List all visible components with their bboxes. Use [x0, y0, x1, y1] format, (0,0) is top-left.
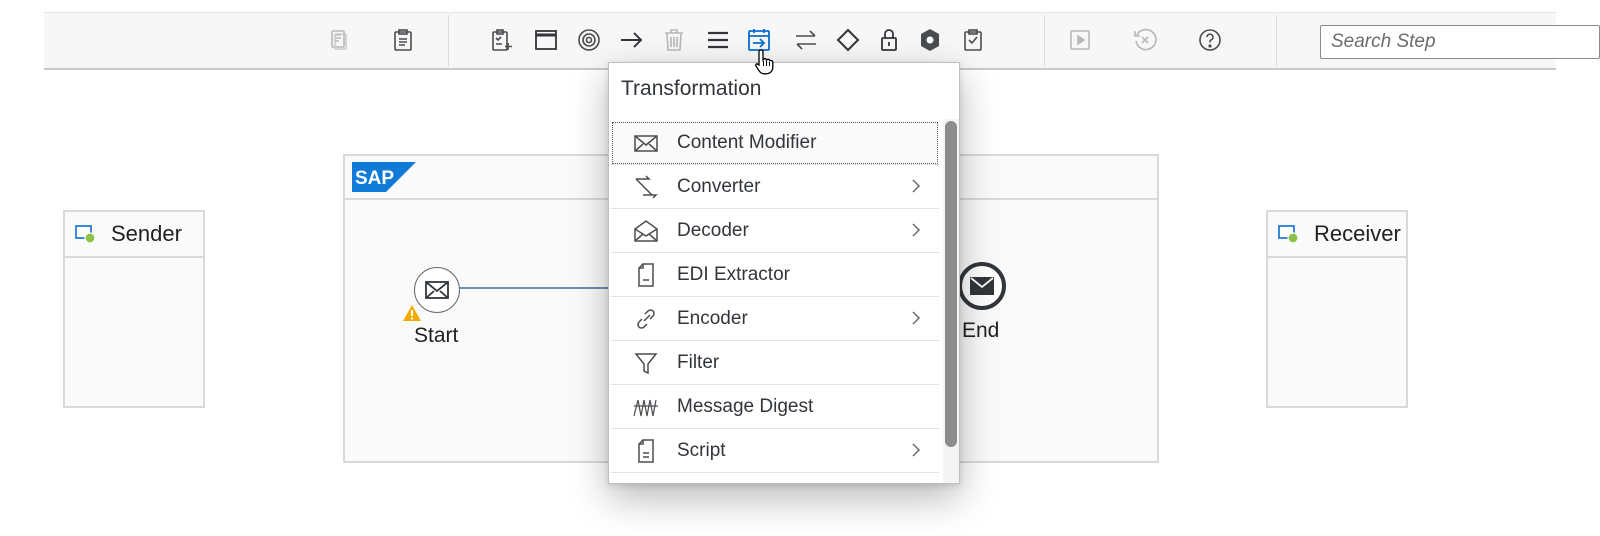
menu-item-label: Content Modifier — [677, 131, 817, 153]
participant-icon — [1278, 225, 1299, 244]
search-step-field[interactable] — [1320, 25, 1600, 59]
filter-icon — [634, 352, 658, 374]
chevron-right-icon — [912, 311, 921, 325]
menu-item-message-digest[interactable]: Message Digest — [611, 385, 939, 429]
menu-scrollbar-thumb[interactable] — [945, 121, 957, 447]
toolbar-divider — [1276, 15, 1277, 67]
cancel-simulation-icon[interactable] — [1128, 23, 1162, 57]
mediation-icon[interactable] — [789, 23, 823, 57]
menu-item-label: Decoder — [677, 219, 749, 241]
script-icon — [638, 438, 654, 463]
sender-header: Sender — [65, 212, 203, 258]
envelope-icon — [634, 134, 658, 152]
transformation-menu: Transformation Content Modifier Converte… — [608, 62, 960, 484]
link-icon — [637, 308, 655, 329]
menu-scrollbar[interactable] — [943, 119, 959, 483]
sequence-flow[interactable] — [460, 287, 612, 289]
menu-item-script[interactable]: Script — [611, 429, 939, 473]
simulate-icon[interactable] — [1063, 23, 1097, 57]
menu-item-label: EDI Extractor — [677, 263, 790, 285]
end-event[interactable] — [958, 262, 1006, 310]
menu-item-encoder[interactable]: Encoder — [611, 297, 939, 341]
menu-item-decoder[interactable]: Decoder — [611, 209, 939, 253]
menu-item-filter[interactable]: Filter — [611, 341, 939, 385]
security-icon[interactable] — [872, 23, 906, 57]
menu-item-label: Script — [677, 439, 726, 461]
menu-item-converter[interactable]: Converter — [611, 165, 939, 209]
envelope-filled-icon — [970, 277, 994, 295]
end-event-label: End — [962, 319, 1000, 342]
digest-icon — [633, 399, 658, 416]
receiver-participant[interactable]: Receiver — [1266, 210, 1408, 408]
sap-logo-text: SAP — [355, 168, 394, 189]
copy-icon[interactable] — [322, 23, 356, 57]
converter-icon — [635, 174, 658, 199]
sender-label: Sender — [111, 221, 182, 246]
validator-icon[interactable] — [956, 23, 990, 57]
menu-item-label: Encoder — [677, 307, 748, 329]
process-icon[interactable] — [529, 23, 563, 57]
menu-item-label: Filter — [677, 351, 720, 373]
document-icon — [638, 262, 654, 287]
warning-icon — [403, 305, 421, 321]
hand-cursor-icon — [755, 49, 774, 75]
sender-participant[interactable]: Sender — [63, 210, 205, 408]
connector-icon[interactable] — [615, 23, 649, 57]
routing-icon[interactable] — [831, 23, 865, 57]
menu-item-content-modifier[interactable]: Content Modifier — [611, 121, 939, 165]
open-envelope-icon — [634, 219, 658, 242]
receiver-label: Receiver — [1314, 221, 1401, 246]
chevron-right-icon — [912, 179, 921, 193]
sap-logo: SAP — [352, 162, 416, 192]
menu-item-label: Converter — [677, 175, 761, 197]
start-event-label: Start — [414, 324, 459, 347]
delete-icon[interactable] — [657, 23, 691, 57]
menu-list: Content Modifier Converter Decoder EDI E… — [611, 121, 939, 473]
menu-title: Transformation — [621, 77, 762, 100]
persistence-icon[interactable] — [913, 23, 947, 57]
toolbar-divider — [1044, 15, 1045, 67]
chevron-right-icon — [912, 223, 921, 237]
events-icon[interactable] — [572, 23, 606, 57]
paste-icon[interactable] — [386, 23, 420, 57]
participant-icon — [75, 225, 96, 244]
receiver-header: Receiver — [1268, 212, 1406, 258]
chevron-right-icon — [912, 443, 921, 457]
menu-item-edi-extractor[interactable]: EDI Extractor — [611, 253, 939, 297]
call-icon[interactable] — [701, 23, 735, 57]
help-icon[interactable] — [1193, 23, 1227, 57]
toolbar-divider — [448, 15, 449, 67]
menu-item-label: Message Digest — [677, 395, 814, 417]
participants-icon[interactable] — [485, 23, 519, 57]
envelope-icon — [425, 281, 449, 299]
search-input[interactable] — [1329, 26, 1563, 58]
